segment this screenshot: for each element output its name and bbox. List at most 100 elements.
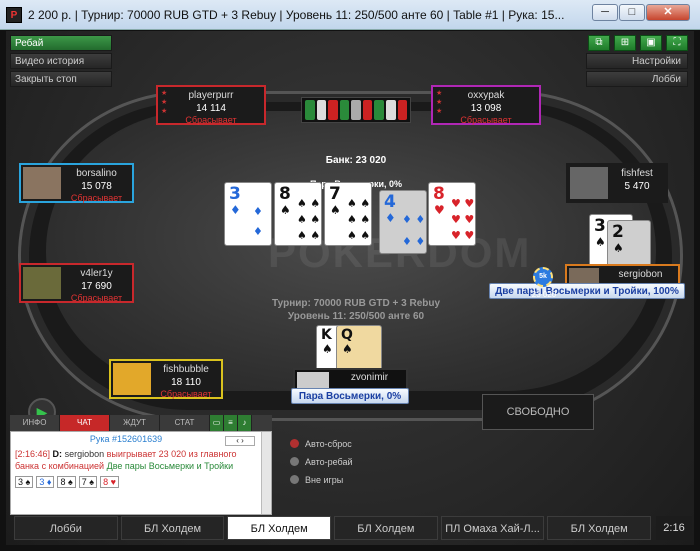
seat-borsalino[interactable]: borsalino 15 078 Сбрасывает xyxy=(19,163,134,203)
card-suit: ♠ xyxy=(322,342,333,356)
camera-icon[interactable]: ▣ xyxy=(640,35,662,51)
table-tabs: Лобби БЛ Холдем БЛ Холдем БЛ Холдем ПЛ О… xyxy=(14,516,654,540)
card-rank: 3 xyxy=(594,216,606,236)
table-window: POKERDOM Ребай Видео история Закрыть сто… xyxy=(6,31,694,545)
card-suit: ♦ xyxy=(385,211,396,225)
player-action: Сбрасывает xyxy=(460,115,512,125)
layout-icon[interactable]: ⧉ xyxy=(588,35,610,51)
chat-nav-arrows-icon[interactable]: ‹ › xyxy=(225,436,255,446)
board-card-5: 8 ♥ ♥ ♥ ♥ ♥ ♥ ♥ xyxy=(428,182,476,246)
board-card-4: 4 ♦ ♦ ♦ ♦ ♦ xyxy=(379,190,427,254)
player-action: Сбрасывает xyxy=(70,193,123,203)
winner-hand-badge: Две пары Восьмерки и Тройки, 100% xyxy=(489,283,685,299)
player-name: sergiobon xyxy=(618,269,663,280)
diamond-pip-icon: ♦ xyxy=(253,225,263,238)
board-card-2: 8 ♠ ♠ ♠ ♠ ♠ ♠ ♠ xyxy=(274,182,322,246)
grid-icon[interactable]: ⊞ xyxy=(614,35,636,51)
tournament-info: Турнир: 70000 RUB GTD + 3 Rebuy Уровень … xyxy=(246,297,466,323)
sound-icon[interactable]: ♪ xyxy=(238,415,252,431)
chat-scrollbar[interactable] xyxy=(261,432,271,514)
tab-info[interactable]: ИНФО xyxy=(10,415,60,431)
card-rank: 2 xyxy=(612,222,624,242)
player-name: playerpurr xyxy=(188,90,234,101)
tab-stats[interactable]: СТАТ xyxy=(160,415,210,431)
maximize-button[interactable]: □ xyxy=(619,4,645,21)
seat-v4ler1y[interactable]: v4ler1y 17 690 Сбрасывает xyxy=(19,263,134,303)
card-suit: ♠ xyxy=(595,235,606,249)
card-rank: 8 xyxy=(433,184,445,204)
spade-pip-icon: ♠ ♠ xyxy=(297,197,321,210)
tournament-name: Турнир: 70000 RUB GTD + 3 Rebuy xyxy=(271,298,441,309)
tab-chat[interactable]: ЧАТ xyxy=(60,415,110,431)
tab-waiting[interactable]: ЖДУТ xyxy=(110,415,160,431)
player-action: Сбрасывает xyxy=(160,389,212,399)
chip-tray xyxy=(301,97,411,123)
fullscreen-icon[interactable]: ⛶ xyxy=(666,35,688,51)
chat-player: sergiobon xyxy=(64,449,105,459)
player-action: Сбрасывает xyxy=(185,115,237,125)
player-avatar xyxy=(23,267,61,299)
hero-hand-badge: Пара Восьмерки, 0% xyxy=(291,388,409,404)
player-stack: 14 114 xyxy=(196,103,226,114)
player-avatar xyxy=(23,167,61,199)
title-bar: P 2 200 р. | Турнир: 70000 RUB GTD + 3 R… xyxy=(0,0,700,30)
heart-pip-icon: ♥ ♥ xyxy=(451,197,475,210)
minimize-button[interactable]: ─ xyxy=(592,4,618,21)
free-seat-button[interactable]: СВОБОДНО xyxy=(482,394,594,430)
tab-table-active[interactable]: БЛ Холдем xyxy=(227,516,332,540)
radio-icon xyxy=(290,439,299,448)
list-icon[interactable]: ≡ xyxy=(224,415,238,431)
window-title: 2 200 р. | Турнир: 70000 RUB GTD + 3 Reb… xyxy=(28,8,565,22)
spade-pip-icon: ♠ ♠ xyxy=(297,229,321,242)
close-stop-button[interactable]: Закрыть стоп xyxy=(10,71,112,87)
card-suit: ♠ xyxy=(280,203,291,217)
spade-pip-icon: ♠ ♠ xyxy=(347,213,371,226)
video-history-button[interactable]: Видео история xyxy=(10,53,112,69)
player-stack: 17 690 xyxy=(81,281,112,292)
seat-fishbubble[interactable]: fishbubble 18 110 Сбрасывает xyxy=(109,359,223,399)
player-stack: 5 470 xyxy=(624,181,650,192)
seat-fishfest[interactable]: fishfest 5 470 xyxy=(566,163,668,203)
tab-lobby[interactable]: Лобби xyxy=(14,516,118,540)
spade-pip-icon: ♠ ♠ xyxy=(297,213,321,226)
player-name: zvonimir xyxy=(350,372,389,383)
player-stack: 18 110 xyxy=(171,377,201,388)
spade-pip-icon: ♠ ♠ xyxy=(347,229,371,242)
chat-cards: 3 ♠ 3 ♦ 8 ♠ 7 ♠ 8 ♥ xyxy=(15,476,267,488)
player-stack: 15 078 xyxy=(81,181,112,192)
chat-log: Рука #152601639 ‹ › [2:16:46] D: sergiob… xyxy=(10,431,272,515)
player-avatar xyxy=(113,363,151,395)
card-rank: 3 xyxy=(229,184,241,204)
option-autofold[interactable]: Авто-сброс xyxy=(290,439,352,449)
player-action: Сбрасывает xyxy=(70,293,123,303)
lobby-button[interactable]: Лобби xyxy=(586,71,688,87)
chat-card: 8 ♠ xyxy=(57,476,76,488)
card-suit: ♠ xyxy=(342,342,353,356)
tab-table[interactable]: БЛ Холдем xyxy=(120,516,225,540)
tab-table[interactable]: БЛ Холдем xyxy=(547,516,652,540)
heart-pip-icon: ♥ ♥ xyxy=(451,213,475,226)
chat-card: 3 ♠ xyxy=(15,476,34,488)
board-card-3: 7 ♠ ♠ ♠ ♠ ♠ ♠ ♠ xyxy=(324,182,372,246)
option-sitout[interactable]: Вне игры xyxy=(290,475,343,485)
chat-tabs: ИНФО ЧАТ ЖДУТ СТАТ ▭ ≡ ♪ xyxy=(10,415,272,431)
seat-zvonimir[interactable]: zvonimir xyxy=(293,368,408,390)
close-button[interactable]: ✕ xyxy=(646,4,690,21)
rebuy-button[interactable]: Ребай xyxy=(10,35,112,51)
player-name: fishbubble xyxy=(163,364,209,375)
tab-table[interactable]: ПЛ Омаха Хай-Л... xyxy=(440,516,545,540)
diamond-pip-icon: ♦ ♦ xyxy=(402,213,426,226)
clock: 2:16 xyxy=(656,516,692,540)
option-autorebuy[interactable]: Авто-ребай xyxy=(290,457,353,467)
player-name: borsalino xyxy=(76,168,117,179)
heart-pip-icon: ♥ ♥ xyxy=(451,229,475,242)
chat-icon[interactable]: ▭ xyxy=(210,415,224,431)
player-avatar xyxy=(297,372,329,388)
card-suit: ♥ xyxy=(434,203,445,217)
settings-button[interactable]: Настройки xyxy=(586,53,688,69)
player-name: oxxypak xyxy=(467,90,505,101)
seat-playerpurr[interactable]: ★ ★ ★ playerpurr 14 114 Сбрасывает xyxy=(156,85,266,125)
seat-oxxypak[interactable]: ★ ★ ★ oxxypak 13 098 Сбрасывает xyxy=(431,85,541,125)
chat-text-1: выигрывает 23 020 из главного xyxy=(106,449,237,459)
tab-table[interactable]: БЛ Холдем xyxy=(334,516,438,540)
